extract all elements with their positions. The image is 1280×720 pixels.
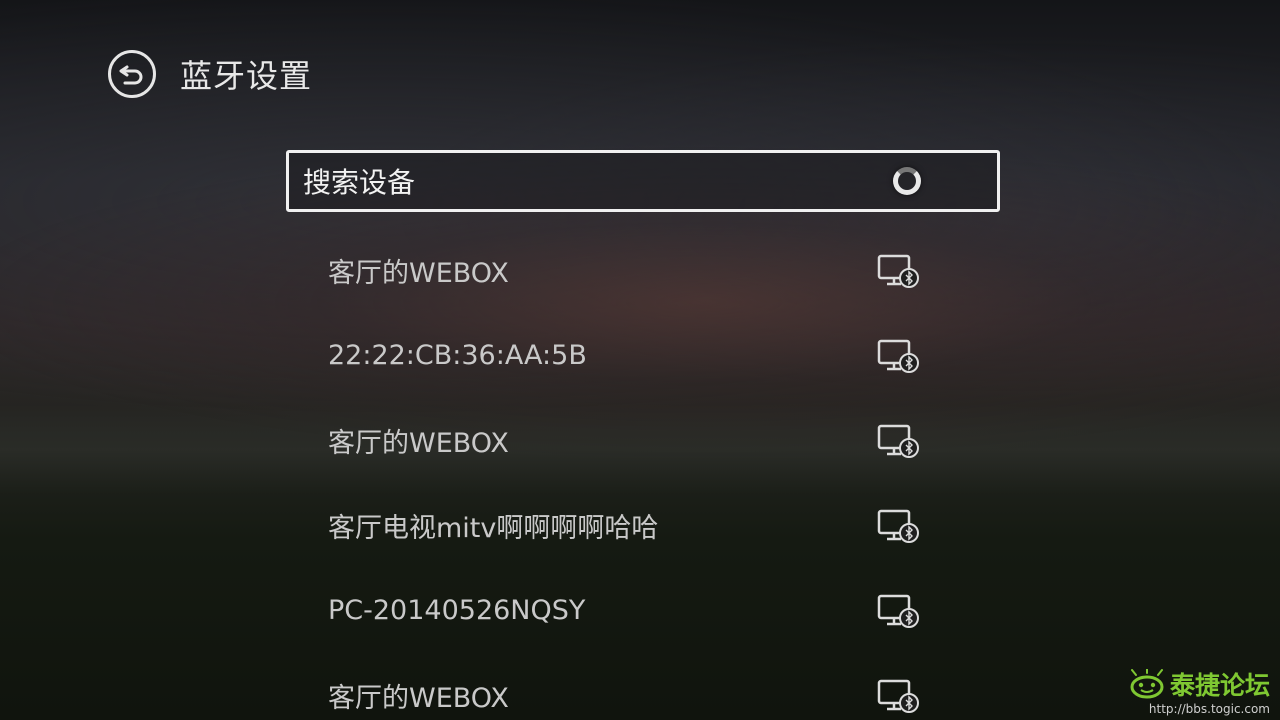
device-item[interactable]: 22:22:CB:36:AA:5B — [328, 313, 928, 398]
watermark-text: 泰捷论坛 — [1169, 671, 1270, 700]
back-button[interactable] — [108, 50, 156, 98]
tv-bluetooth-icon — [877, 594, 919, 628]
device-name: 客厅电视mitv啊啊啊啊哈哈 — [328, 513, 659, 544]
loading-spinner-icon — [893, 167, 921, 195]
page-title: 蓝牙设置 — [180, 57, 313, 95]
tv-bluetooth-icon — [877, 679, 919, 713]
tv-bluetooth-icon — [877, 424, 919, 458]
forum-watermark: 泰捷论坛 http://bbs.togic.com — [1128, 666, 1270, 716]
search-devices-label: 搜索设备 — [303, 166, 416, 199]
device-item[interactable]: PC-20140526NQSY — [328, 568, 928, 653]
tv-bluetooth-icon — [877, 509, 919, 543]
device-item[interactable]: 客厅的WEBOX — [328, 653, 928, 720]
page-header: 蓝牙设置 — [108, 50, 312, 98]
device-name: 客厅的WEBOX — [328, 428, 509, 459]
search-devices-button[interactable]: 搜索设备 — [286, 150, 1000, 212]
device-name: 22:22:CB:36:AA:5B — [328, 340, 587, 371]
smiley-logo-icon — [1130, 669, 1164, 699]
tv-bluetooth-icon — [877, 254, 919, 288]
device-list: 客厅的WEBOX 22:22:CB:36:AA:5B 客厅的WEBOX 客厅电视… — [328, 228, 928, 720]
back-icon — [119, 65, 143, 85]
device-name: PC-20140526NQSY — [328, 595, 586, 626]
device-name: 客厅的WEBOX — [328, 683, 509, 714]
device-item[interactable]: 客厅电视mitv啊啊啊啊哈哈 — [328, 483, 928, 568]
watermark-logo: 泰捷论坛 — [1128, 666, 1270, 702]
tv-bluetooth-icon — [877, 339, 919, 373]
device-name: 客厅的WEBOX — [328, 258, 509, 289]
device-item[interactable]: 客厅的WEBOX — [328, 228, 928, 313]
device-item[interactable]: 客厅的WEBOX — [328, 398, 928, 483]
watermark-url: http://bbs.togic.com — [1148, 702, 1270, 716]
